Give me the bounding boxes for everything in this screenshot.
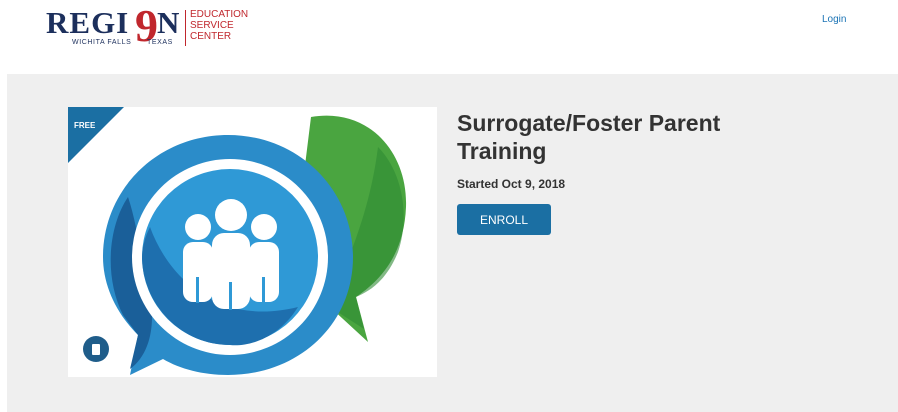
enroll-button[interactable]: ENROLL	[457, 204, 551, 235]
free-badge: FREE	[74, 121, 96, 130]
document-glyph	[92, 343, 100, 355]
logo-divider	[185, 10, 186, 46]
login-link[interactable]: Login	[822, 14, 846, 25]
logo-word-left: REGI	[46, 5, 130, 40]
logo-city: WICHITA FALLS	[72, 39, 132, 46]
logo-esc-line: CENTER	[190, 31, 232, 42]
logo-state: TEXAS	[147, 39, 173, 46]
logo-esc-text: EDUCATION SERVICE CENTER	[190, 9, 260, 42]
logo-esc-line: EDUCATION	[190, 9, 249, 20]
site-header: REGI 9 N WICHITA FALLS TEXAS EDUCATION S…	[0, 0, 898, 60]
course-hero: FREE Surrogate/Foster Parent Training St…	[7, 74, 898, 412]
logo-word-right: N	[157, 5, 180, 40]
course-start-date: Started Oct 9, 2018	[457, 177, 566, 191]
free-ribbon	[68, 107, 124, 163]
document-icon	[83, 336, 109, 362]
region9-logo[interactable]: REGI 9 N WICHITA FALLS TEXAS EDUCATION S…	[46, 3, 256, 50]
logo-esc-line: SERVICE	[190, 20, 234, 31]
course-title: Surrogate/Foster Parent Training	[457, 110, 721, 164]
course-image[interactable]: FREE	[68, 107, 437, 377]
